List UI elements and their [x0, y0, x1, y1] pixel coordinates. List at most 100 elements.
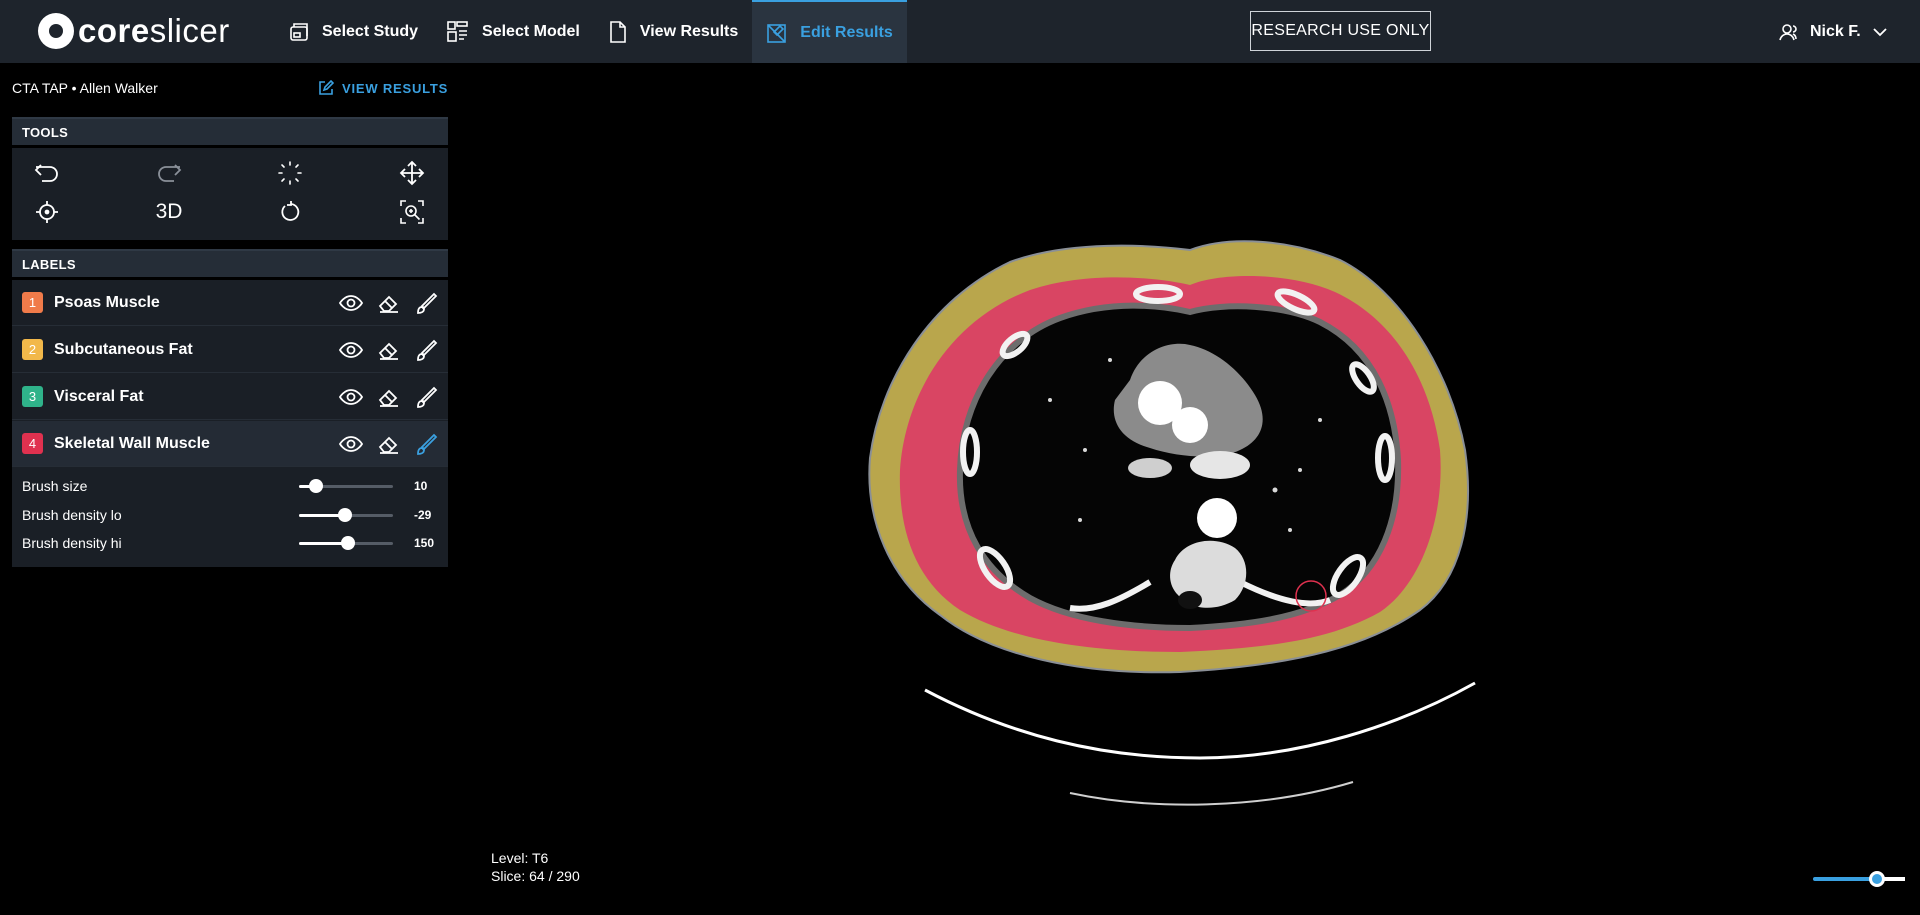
label-number-badge: 3 — [22, 386, 43, 407]
label-row-skeletal-wall-muscle[interactable]: 4 Skeletal Wall Muscle — [12, 421, 448, 467]
label-number-badge: 1 — [22, 292, 43, 313]
crosshair-icon — [36, 201, 58, 223]
ct-viewport[interactable] — [470, 63, 1920, 915]
visibility-toggle[interactable] — [338, 384, 364, 410]
undo-icon — [34, 164, 58, 182]
eraser-button[interactable] — [376, 384, 402, 410]
pan-tool[interactable] — [395, 158, 429, 188]
slider-thumb[interactable] — [338, 508, 353, 522]
labels-panel: 1 Psoas Muscle 2 Subcutaneous Fat 3 Visc… — [12, 280, 448, 567]
edit-results-icon — [767, 23, 787, 43]
label-row-visceral-fat[interactable]: 3 Visceral Fat — [12, 374, 448, 420]
crosshair-tool[interactable] — [30, 197, 64, 227]
model-icon — [447, 20, 468, 42]
view-results-label: VIEW RESULTS — [342, 80, 449, 96]
nav-select-study[interactable]: Select Study — [274, 0, 432, 63]
brush-density-hi-label: Brush density hi — [22, 535, 122, 551]
visibility-toggle[interactable] — [338, 431, 364, 457]
study-icon — [290, 22, 308, 41]
brush-density-hi-slider[interactable] — [299, 536, 393, 550]
scanner-table-line — [924, 681, 1476, 760]
brush-density-lo-value: -29 — [414, 508, 432, 522]
brush-icon — [417, 292, 438, 314]
study-title: CTA TAP • Allen Walker — [12, 80, 158, 96]
slice-text: Slice: 64 / 290 — [491, 868, 580, 884]
slider-thumb[interactable] — [340, 536, 355, 550]
eye-icon — [339, 388, 363, 405]
redo-icon — [158, 164, 182, 182]
label-name: Visceral Fat — [54, 387, 144, 405]
eraser-icon — [378, 295, 398, 313]
ct-slice-image — [868, 240, 1476, 806]
tools-panel: 3D — [12, 148, 448, 240]
eye-icon — [339, 341, 363, 358]
zoom-slider-thumb[interactable] — [1869, 871, 1885, 887]
visibility-toggle[interactable] — [338, 290, 364, 316]
undo-button[interactable] — [30, 158, 64, 188]
brush-button[interactable] — [414, 290, 440, 316]
rotate-icon — [281, 201, 300, 221]
brush-button-active[interactable] — [414, 431, 440, 457]
eraser-icon — [378, 389, 398, 407]
visibility-toggle[interactable] — [338, 337, 364, 363]
label-name: Psoas Muscle — [54, 293, 160, 311]
level-text: Level: T6 — [491, 850, 549, 866]
brush-icon — [417, 386, 438, 408]
chevron-down-icon — [1873, 27, 1887, 36]
threshold-icon — [278, 161, 302, 185]
brush-size-label: Brush size — [22, 478, 88, 494]
logo-text-core: core — [78, 12, 150, 49]
brush-density-lo-control: Brush density lo -29 — [22, 504, 438, 526]
zoom-slider[interactable] — [1813, 877, 1905, 881]
brush-icon — [417, 339, 438, 361]
brush-size-control: Brush size 10 — [22, 475, 438, 497]
label-name: Subcutaneous Fat — [54, 340, 193, 358]
top-bar: coreslicer Select Study Select Model Vie… — [0, 0, 1920, 63]
eraser-button[interactable] — [376, 431, 402, 457]
eraser-button[interactable] — [376, 337, 402, 363]
eraser-icon — [378, 436, 398, 454]
coreslicer-logo[interactable]: coreslicer — [38, 12, 230, 50]
label-number-badge: 4 — [22, 433, 43, 454]
brush-density-lo-label: Brush density lo — [22, 507, 122, 523]
brush-density-lo-slider[interactable] — [299, 508, 393, 522]
nav-view-results[interactable]: View Results — [594, 0, 752, 63]
document-icon — [610, 20, 626, 43]
nav-select-model[interactable]: Select Model — [432, 0, 594, 63]
rotate-tool[interactable] — [273, 197, 307, 227]
scanner-table-line-lower — [1069, 781, 1354, 806]
label-number-badge: 2 — [22, 339, 43, 360]
threshold-tool[interactable] — [273, 158, 307, 188]
brush-density-hi-control: Brush density hi 150 — [22, 532, 438, 554]
eraser-button[interactable] — [376, 290, 402, 316]
slider-thumb[interactable] — [308, 479, 323, 493]
research-use-badge: RESEARCH USE ONLY — [1250, 11, 1431, 51]
eraser-icon — [378, 342, 398, 360]
redo-button[interactable] — [152, 158, 186, 188]
brush-density-hi-value: 150 — [414, 536, 435, 550]
logo-text-slicer: slicer — [149, 12, 230, 49]
logo-mark-icon — [38, 13, 74, 49]
zoom-region-icon — [400, 200, 424, 224]
edit-icon — [319, 80, 334, 95]
nav-edit-results[interactable]: Edit Results — [752, 0, 907, 63]
eye-icon — [339, 294, 363, 311]
eye-icon — [339, 435, 363, 452]
slice-info: Level: T6 Slice: 64 / 290 — [491, 849, 580, 885]
view-results-link[interactable]: VIEW RESULTS — [318, 80, 448, 96]
label-row-subcutaneous-fat[interactable]: 2 Subcutaneous Fat — [12, 327, 448, 373]
brush-size-slider[interactable] — [299, 479, 393, 493]
labels-header: LABELS — [12, 249, 448, 277]
brush-button[interactable] — [414, 337, 440, 363]
zoom-region-tool[interactable] — [395, 197, 429, 227]
nav-label: View Results — [639, 22, 739, 40]
brush-button[interactable] — [414, 384, 440, 410]
3d-view-button[interactable]: 3D — [152, 197, 186, 227]
user-icon — [1779, 23, 1797, 40]
user-menu[interactable]: Nick F. — [1778, 0, 1897, 63]
nav-label: Edit Results — [800, 23, 893, 41]
main-nav: Select Study Select Model View Results E… — [274, 0, 907, 63]
label-row-psoas-muscle[interactable]: 1 Psoas Muscle — [12, 280, 448, 326]
brush-icon — [417, 433, 438, 455]
nav-label: Select Study — [322, 22, 419, 40]
